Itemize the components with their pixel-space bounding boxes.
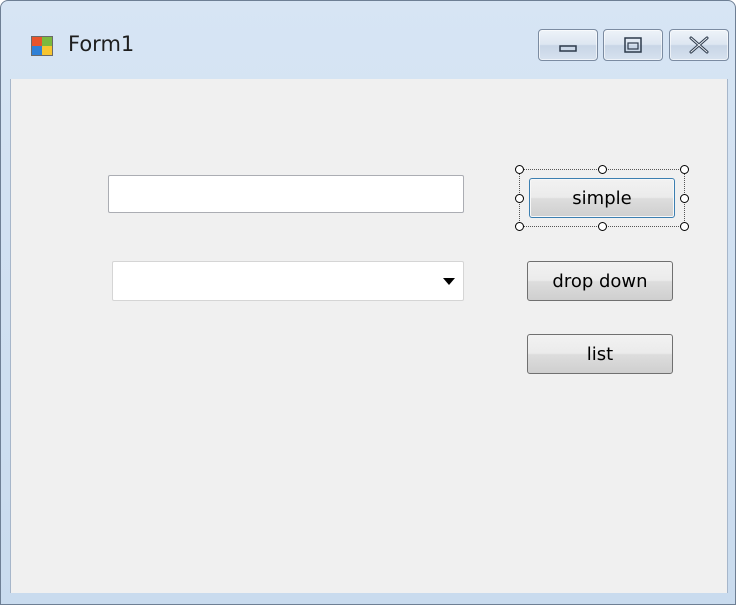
maximize-button[interactable] (603, 29, 663, 61)
resize-handle-bottom-right[interactable] (680, 222, 689, 231)
drop-down-button[interactable]: drop down (527, 261, 673, 301)
resize-handle-right[interactable] (680, 194, 689, 203)
form-client-area: simple drop down list (10, 79, 728, 593)
text-box[interactable] (108, 175, 464, 213)
resize-handle-top-left[interactable] (515, 165, 524, 174)
combo-box[interactable] (112, 261, 464, 301)
resize-handle-left[interactable] (515, 194, 524, 203)
minimize-icon (559, 45, 577, 52)
window-title: Form1 (68, 32, 135, 56)
list-button[interactable]: list (527, 334, 673, 374)
maximize-icon (624, 37, 642, 53)
resize-handle-bottom-left[interactable] (515, 222, 524, 231)
resize-handle-top[interactable] (598, 165, 607, 174)
close-icon (689, 36, 709, 54)
title-bar[interactable]: Form1 (1, 1, 735, 79)
dropdown-arrow-icon[interactable] (443, 278, 455, 285)
resize-handle-bottom[interactable] (598, 222, 607, 231)
form-window: Form1 simple drop down list (0, 0, 736, 605)
windows-forms-app-icon (31, 36, 53, 56)
simple-button[interactable]: simple (529, 178, 675, 218)
minimize-button[interactable] (538, 29, 598, 61)
close-button[interactable] (669, 29, 729, 61)
resize-handle-top-right[interactable] (680, 165, 689, 174)
